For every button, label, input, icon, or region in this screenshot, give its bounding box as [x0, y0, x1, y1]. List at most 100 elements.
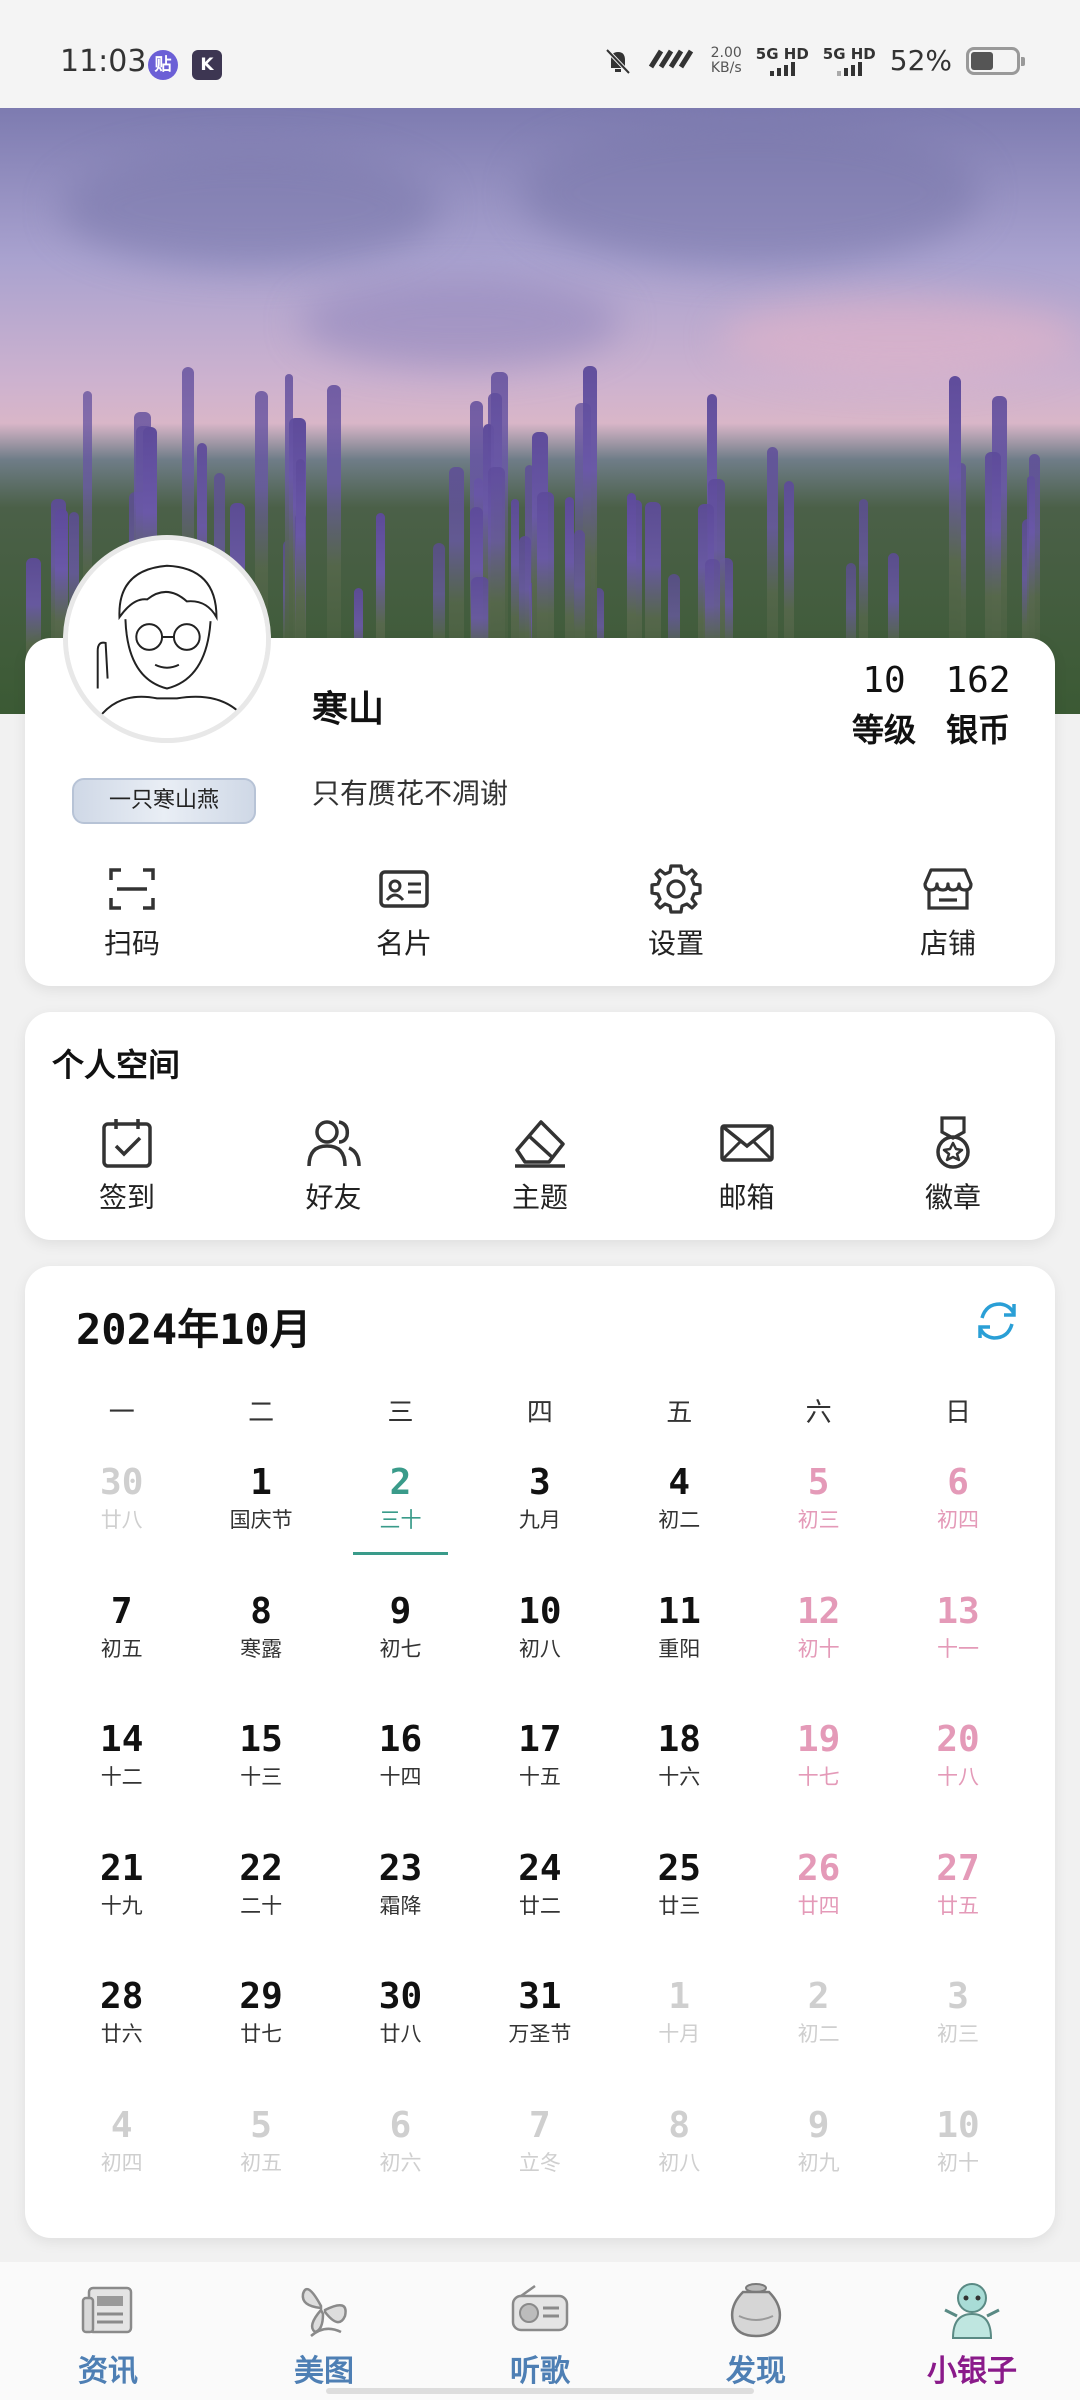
calendar-day[interactable]: 28 廿六 — [52, 1974, 191, 2103]
calendar-month-title[interactable]: 2024年10月 — [76, 1296, 312, 1357]
lunar-label: 初十 — [797, 1636, 840, 1661]
settings-button[interactable]: 设置 — [606, 862, 746, 962]
newspaper-icon — [81, 2286, 133, 2334]
calendar-day[interactable]: 2 初二 — [749, 1974, 888, 2103]
lunar-label: 初十 — [937, 2150, 980, 2175]
calendar-grid: 30 廿八 1 国庆节 2 三十 3 九月 4 初二 5 初三 6 初四 7 初五 8 寒露 9 初七 10 初八 11 重阳… — [52, 1460, 1028, 2231]
lunar-label: 初五 — [240, 2150, 283, 2175]
lunar-label: 立冬 — [518, 2150, 561, 2175]
calendar-day[interactable]: 29 廿七 — [191, 1974, 330, 2103]
nav-xiaoyinzi[interactable]: 小银子 — [892, 2262, 1052, 2400]
calendar-day[interactable]: 7 初五 — [52, 1589, 191, 1718]
nav-discover[interactable]: 发现 — [676, 2262, 836, 2400]
day-number: 8 — [668, 2104, 691, 2146]
weekday-label: 四 — [526, 1398, 553, 1428]
calendar-day[interactable]: 1 十月 — [610, 1974, 749, 2103]
weekday-label: 日 — [945, 1398, 972, 1428]
calendar-day[interactable]: 30 廿八 — [331, 1974, 470, 2103]
lunar-label: 十七 — [797, 1765, 840, 1789]
battery-percent: 52% — [889, 44, 952, 77]
calendar-day[interactable]: 19 十七 — [749, 1717, 888, 1846]
signal-bars-icon — [756, 61, 809, 76]
calendar-day[interactable]: 23 霜降 — [331, 1846, 470, 1975]
calendar-day[interactable]: 31 万圣节 — [470, 1974, 609, 2103]
calendar-day[interactable]: 5 初三 — [749, 1460, 888, 1589]
business-card-button[interactable]: 名片 — [334, 862, 474, 962]
signal-bars-icon — [823, 61, 876, 76]
personal-space-items: 签到 好友 主题 邮箱 徽章 — [52, 1114, 1028, 1216]
calendar-day[interactable]: 25 廿三 — [610, 1846, 749, 1975]
nav-pictures[interactable]: 美图 — [244, 2262, 404, 2400]
calendar-day[interactable]: 22 二十 — [191, 1846, 330, 1975]
day-number: 17 — [518, 1719, 562, 1760]
calendar-day[interactable]: 8 寒露 — [191, 1589, 330, 1718]
avatar[interactable] — [63, 535, 271, 743]
theme-button[interactable]: 主题 — [465, 1114, 615, 1216]
calendar-day[interactable]: 27 廿五 — [888, 1846, 1027, 1975]
lunar-label: 十月 — [658, 2022, 701, 2046]
nav-music[interactable]: 听歌 — [460, 2262, 620, 2400]
calendar-day[interactable]: 13 十一 — [888, 1589, 1027, 1718]
status-bar: 11:03 贴 K 2.00 KB/s 5G HD 5G HD 52% — [0, 0, 1080, 108]
calendar-day[interactable]: 30 廿八 — [52, 1460, 191, 1589]
calendar-day[interactable]: 14 十二 — [52, 1717, 191, 1846]
checkin-button[interactable]: 签到 — [52, 1114, 202, 1216]
day-number: 3 — [947, 1976, 969, 2017]
bottom-nav: 资讯 美图 听歌 发现 小银子 — [0, 2262, 1080, 2400]
calendar-day[interactable]: 5 初五 — [191, 2103, 330, 2232]
calendar-day[interactable]: 9 初七 — [331, 1589, 470, 1718]
calendar-day[interactable]: 4 初二 — [610, 1460, 749, 1589]
day-number: 10 — [518, 1590, 562, 1632]
nav-news[interactable]: 资讯 — [28, 2262, 188, 2400]
calendar-day[interactable]: 20 十八 — [888, 1717, 1027, 1846]
calendar-day[interactable]: 10 初八 — [470, 1589, 609, 1718]
calendar-day[interactable]: 1 国庆节 — [191, 1460, 330, 1589]
calendar-day[interactable]: 16 十四 — [331, 1717, 470, 1846]
day-number: 1 — [668, 1976, 691, 2017]
calendar-day[interactable]: 2 三十 — [331, 1460, 470, 1589]
calendar-day[interactable]: 24 廿二 — [470, 1846, 609, 1975]
day-number: 6 — [947, 1462, 969, 1503]
friends-button[interactable]: 好友 — [259, 1114, 409, 1216]
refresh-button[interactable] — [972, 1296, 1022, 1346]
lunar-label: 十八 — [937, 1765, 980, 1789]
day-number: 12 — [796, 1590, 841, 1632]
calendar-day[interactable]: 12 初十 — [749, 1589, 888, 1718]
lunar-label: 十九 — [100, 1893, 143, 1918]
mute-icon — [603, 46, 633, 76]
calendar-day[interactable]: 18 十六 — [610, 1717, 749, 1846]
lunar-label: 初六 — [379, 2150, 422, 2175]
weekday-label: 二 — [248, 1398, 275, 1428]
weekday-label: 六 — [805, 1398, 832, 1428]
calendar-day[interactable]: 3 九月 — [470, 1460, 609, 1589]
weekday-label: 三 — [387, 1398, 414, 1428]
calendar-day[interactable]: 21 十九 — [52, 1846, 191, 1975]
lunar-label: 二十 — [240, 1893, 283, 1918]
lunar-label: 十六 — [658, 1765, 701, 1789]
lunar-label: 初二 — [797, 2022, 840, 2046]
calendar-day[interactable]: 8 初八 — [610, 2103, 749, 2232]
scan-button[interactable]: 扫码 — [62, 862, 202, 962]
calendar-day[interactable]: 3 初三 — [888, 1974, 1027, 2103]
badge-button[interactable]: 徽章 — [878, 1114, 1028, 1216]
calendar-day[interactable]: 6 初四 — [888, 1460, 1027, 1589]
level-stat[interactable]: 10 等级 — [846, 660, 922, 751]
calendar-day[interactable]: 9 初九 — [749, 2103, 888, 2232]
refresh-icon — [978, 1302, 1016, 1340]
coins-stat[interactable]: 162 银币 — [940, 660, 1016, 751]
calendar-day[interactable]: 11 重阳 — [610, 1589, 749, 1718]
gear-icon — [650, 864, 702, 914]
calendar-day[interactable]: 26 廿四 — [749, 1846, 888, 1975]
calendar-day[interactable]: 6 初六 — [331, 2103, 470, 2232]
butterfly-icon — [301, 2287, 347, 2337]
day-number: 9 — [389, 1590, 412, 1632]
calendar-day[interactable]: 15 十三 — [191, 1717, 330, 1846]
day-number: 4 — [668, 1462, 691, 1503]
calendar-day[interactable]: 17 十五 — [470, 1717, 609, 1846]
mailbox-button[interactable]: 邮箱 — [672, 1114, 822, 1216]
coins-value: 162 — [945, 660, 1011, 701]
calendar-day[interactable]: 10 初十 — [888, 2103, 1027, 2232]
shop-button[interactable]: 店铺 — [878, 862, 1018, 962]
calendar-day[interactable]: 4 初四 — [52, 2103, 191, 2232]
calendar-day[interactable]: 7 立冬 — [470, 2103, 609, 2232]
